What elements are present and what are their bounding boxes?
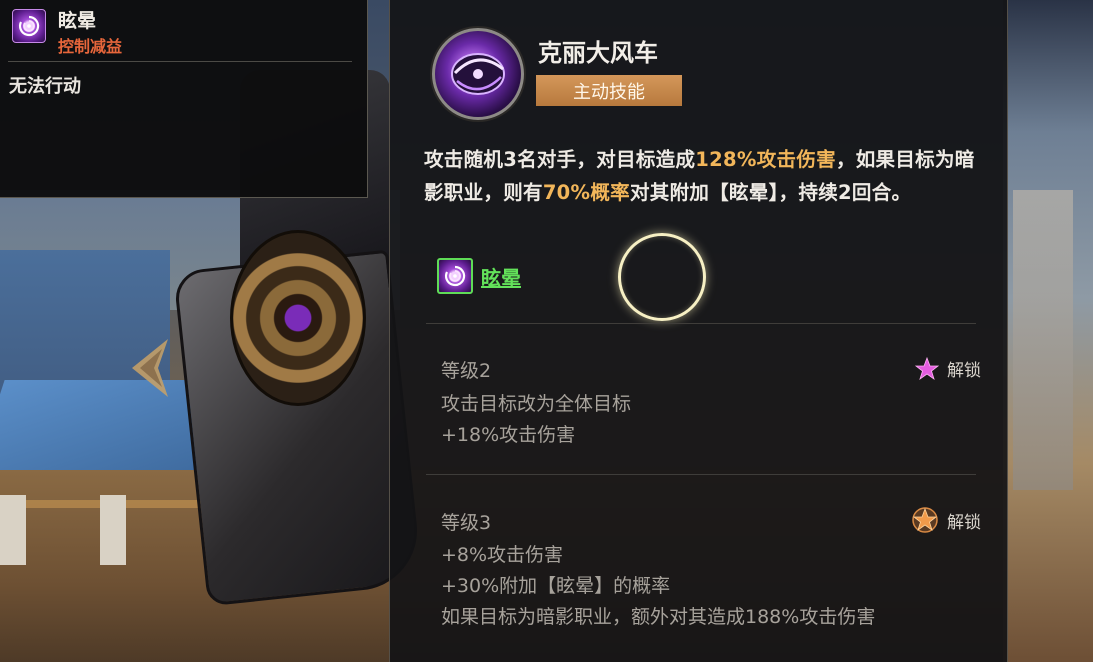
chevron-left-icon[interactable] <box>128 335 172 401</box>
status-type: 控制减益 <box>58 37 123 56</box>
level-3-section: 等级3 +8%攻击伤害 +30%附加【眩晕】的概率 如果目标为暗影职业，额外对其… <box>441 508 981 633</box>
desc-text: 攻击随机3名对手，对目标造成 <box>424 148 696 171</box>
level-line: +8%攻击伤害 <box>441 544 564 566</box>
linked-status-name[interactable]: 眩晕 <box>481 262 521 291</box>
stun-icon <box>12 9 46 43</box>
skill-name: 克丽大风车 <box>538 39 658 67</box>
skill-description: 攻击随机3名对手，对目标造成128%攻击伤害，如果目标为暗影职业，则有70%概率… <box>424 143 984 209</box>
desc-highlight-chance: 70%概率 <box>542 181 630 204</box>
level-title: 等级3 <box>441 512 492 534</box>
unlock-label: 解锁 <box>947 361 981 381</box>
tap-indicator <box>618 233 706 321</box>
level-2-section: 等级2 攻击目标改为全体目标 +18%攻击伤害 <box>441 356 981 451</box>
level-line: 如果目标为暗影职业，额外对其造成188%攻击伤害 <box>441 606 876 628</box>
skill-detail-panel: 克丽大风车 主动技能 攻击随机3名对手，对目标造成128%攻击伤害，如果目标为暗… <box>389 0 1008 662</box>
divider <box>426 323 976 324</box>
status-name: 眩晕 <box>58 10 97 32</box>
linked-status-link[interactable]: 眩晕 <box>437 258 521 294</box>
level-line: +18%攻击伤害 <box>441 424 576 446</box>
status-tooltip: 眩晕 控制减益 无法行动 <box>0 0 368 198</box>
desc-highlight-damage: 128%攻击伤害 <box>695 148 836 171</box>
level-2-unlock: 解锁 <box>915 356 981 381</box>
level-title: 等级2 <box>441 360 492 382</box>
divider <box>8 61 352 62</box>
stun-icon <box>437 258 473 294</box>
level-line: 攻击目标改为全体目标 <box>441 393 632 415</box>
unlock-label: 解锁 <box>947 512 981 533</box>
orange-star-icon <box>912 507 938 533</box>
level-line: +30%附加【眩晕】的概率 <box>441 575 671 597</box>
skill-type-badge: 主动技能 <box>536 75 682 106</box>
desc-text: 对其附加【眩晕】，持续2回合。 <box>630 181 912 204</box>
divider <box>426 474 976 475</box>
status-description: 无法行动 <box>9 76 81 97</box>
pink-star-icon <box>915 356 939 380</box>
windmill-skill-icon <box>432 28 524 120</box>
level-3-unlock: 解锁 <box>911 506 981 534</box>
